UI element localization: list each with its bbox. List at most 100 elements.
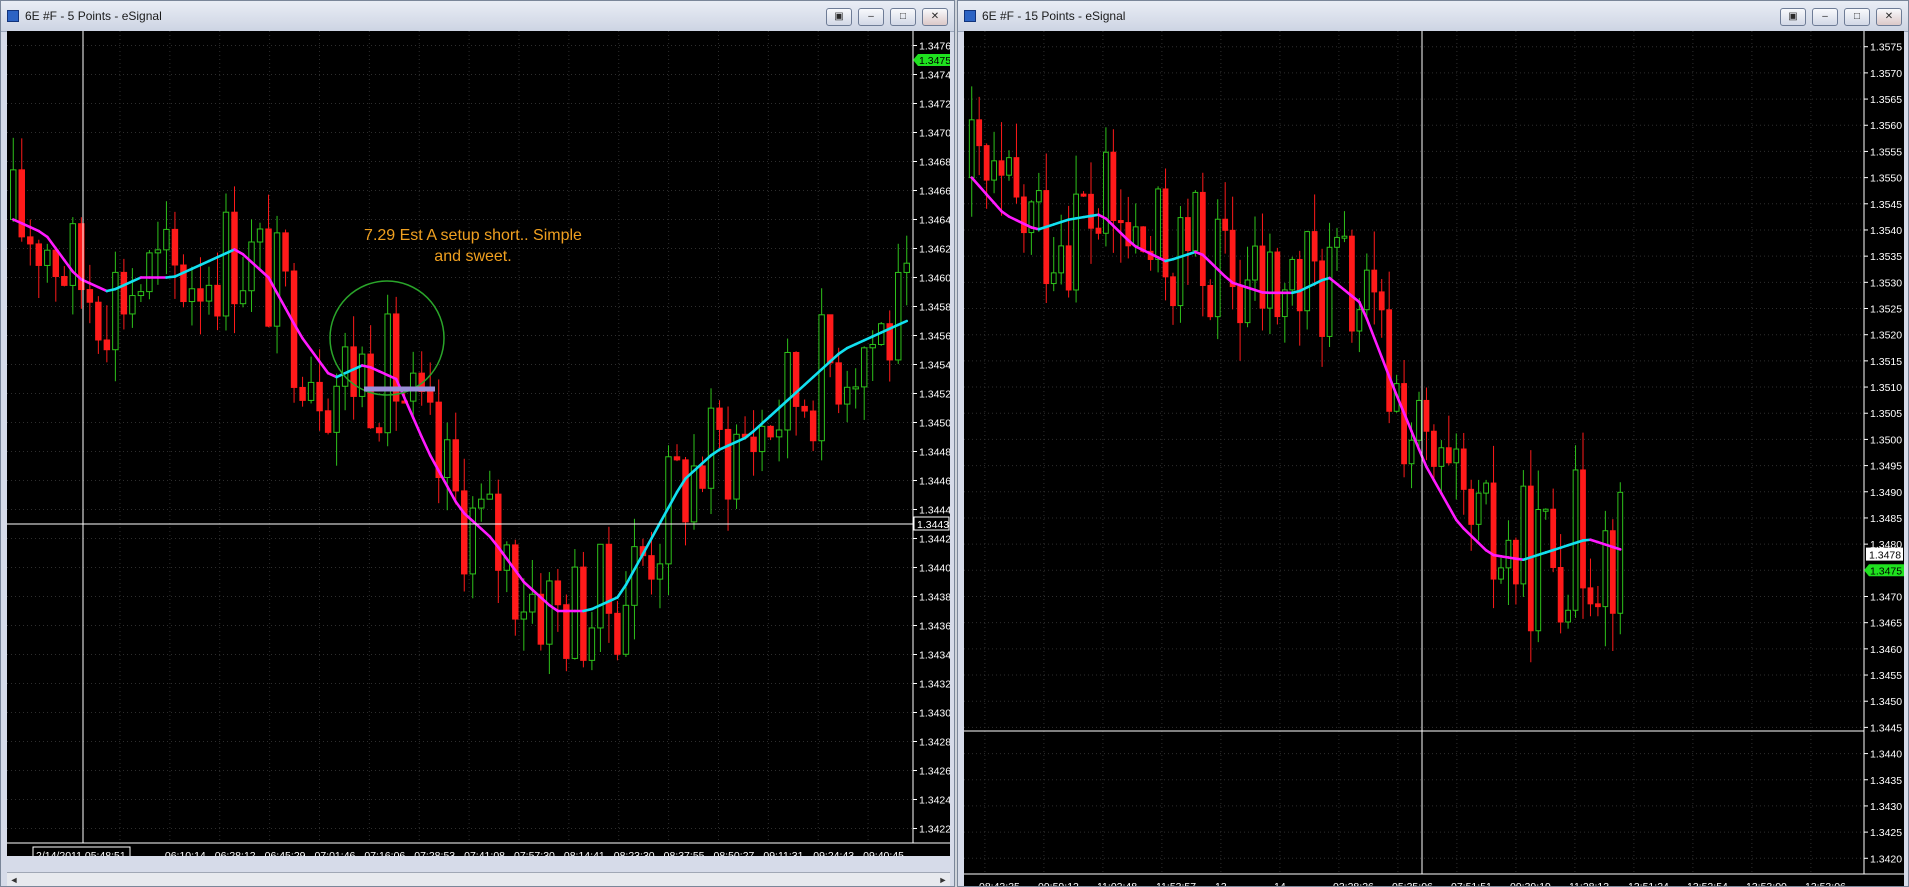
maximize-button[interactable]: □	[890, 8, 916, 26]
price-tick-label: 1.3440	[919, 563, 950, 575]
candle-down	[563, 604, 570, 659]
price-tick-label: 1.3470	[919, 128, 950, 140]
candle-down	[299, 386, 306, 401]
candle-down	[1080, 193, 1087, 197]
candles	[10, 137, 910, 675]
candle-down	[61, 276, 68, 286]
time-tick-label: 08:23:30	[614, 850, 655, 856]
link-window-button[interactable]: ▣	[1780, 8, 1806, 26]
minimize-button[interactable]: –	[858, 8, 884, 26]
ma-segment	[88, 282, 100, 289]
candle-up	[1177, 217, 1184, 307]
close-button[interactable]: ✕	[1876, 8, 1902, 26]
candle-up	[1363, 269, 1370, 311]
time-tick-label: 14	[1274, 881, 1286, 887]
price-tick-label: 1.3440	[1870, 749, 1902, 761]
price-tick-label: 1.3438	[919, 592, 950, 604]
time-tick-label: 09:59:12	[1038, 881, 1079, 887]
candle-up	[1483, 482, 1489, 494]
window-title: 6E #F - 15 Points - eSignal	[982, 9, 1126, 23]
candle-up	[248, 241, 255, 292]
candle-down	[1311, 231, 1318, 262]
price-tick-label: 1.3470	[1870, 591, 1902, 603]
candle-up	[588, 627, 596, 661]
candle-up	[707, 407, 715, 489]
price-tick-label: 1.3515	[1870, 356, 1902, 368]
ma-segment	[1335, 282, 1346, 292]
candle-down	[801, 405, 808, 412]
candle-down	[792, 351, 800, 407]
time-tick-label: 05:35:06	[1392, 881, 1433, 887]
minimize-button[interactable]: –	[1812, 8, 1838, 26]
cursor-time-value: 2/14/2011 05:48:51	[36, 850, 126, 856]
ma-segment	[650, 521, 662, 540]
candle-down	[1595, 603, 1601, 608]
chart-window-5-points[interactable]: 6E #F - 5 Points - eSignal ▣ – □ ✕ 1.347…	[0, 0, 955, 887]
candle-up	[1334, 236, 1340, 248]
candle-up	[1505, 539, 1512, 569]
price-tick-label: 1.3565	[1870, 94, 1902, 106]
candle-down	[1162, 188, 1169, 278]
price-chart-area[interactable]: 1.3575 1.3570 1.3565 1.3560 1.3555 1.3550 1.35…	[964, 31, 1904, 887]
candle-down	[1095, 227, 1102, 234]
candle-up	[69, 223, 77, 286]
price-tick-label: 1.3472	[919, 99, 950, 111]
candle-up	[256, 228, 264, 243]
candle-up	[1252, 245, 1258, 281]
link-window-button[interactable]: ▣	[826, 8, 852, 26]
price-tick-label: 1.3450	[919, 418, 950, 430]
ma-segment	[318, 360, 330, 375]
time-tick-label: 13	[1215, 881, 1227, 887]
candle-up	[1132, 226, 1139, 247]
ma-segment	[411, 416, 424, 439]
candle-down	[426, 391, 434, 403]
annotation-text-line: and sweet.	[434, 248, 511, 265]
price-tick-label: 1.3530	[1870, 277, 1902, 289]
price-tick-label: 1.3485	[1870, 513, 1902, 525]
price-chart-area[interactable]: 1.3476 1.3474 1.3472 1.3470 1.3468 1.3466 1.34…	[7, 31, 950, 856]
candle-down	[1550, 508, 1557, 569]
price-tick-label: 1.3466	[919, 186, 950, 198]
candle-up	[146, 252, 153, 293]
candle-up	[520, 611, 528, 620]
candle-up	[1475, 492, 1482, 525]
time-tick-label: 07:41:08	[464, 850, 505, 856]
candle-down	[1170, 276, 1176, 307]
ma-segment	[28, 225, 41, 233]
candle-down	[809, 410, 817, 442]
candle-down	[1110, 151, 1117, 222]
price-tick-label: 1.3432	[919, 679, 950, 691]
candle-up	[656, 563, 664, 580]
time-tick-label: 06:10:14	[165, 850, 206, 856]
scroll-right-arrow-icon[interactable]: ►	[936, 873, 950, 886]
candle-down	[648, 555, 655, 580]
price-tick-label: 1.3474	[919, 70, 950, 82]
candle-down	[120, 271, 128, 315]
candle-up	[775, 429, 783, 438]
scroll-left-arrow-icon[interactable]: ◄	[7, 873, 21, 886]
price-tick-label: 1.3525	[1870, 304, 1902, 316]
close-button[interactable]: ✕	[922, 8, 948, 26]
candle-up	[341, 346, 349, 387]
title-bar[interactable]: 6E #F - 15 Points - eSignal ▣ – □ ✕	[958, 1, 1908, 32]
candle-up	[205, 284, 213, 302]
candle-up	[968, 119, 975, 179]
maximize-button[interactable]: □	[1844, 8, 1870, 26]
title-bar[interactable]: 6E #F - 5 Points - eSignal ▣ – □ ✕	[1, 1, 954, 32]
horizontal-scrollbar[interactable]: ◄ ►	[7, 872, 950, 886]
candle-down	[835, 362, 842, 405]
ma-segment	[862, 335, 875, 342]
candle-down	[580, 566, 587, 661]
candle-down	[35, 243, 43, 266]
last-price-value: 1.3475	[919, 55, 950, 67]
price-tick-label: 1.3560	[1870, 120, 1902, 132]
candle-down	[673, 456, 681, 461]
time-tick-label: 13:53:06	[1805, 881, 1846, 887]
candle-up	[307, 381, 315, 401]
price-tick-label: 1.3570	[1870, 68, 1902, 80]
candle-up	[758, 425, 766, 453]
candle-down	[1378, 291, 1385, 311]
price-tick-label: 1.3545	[1870, 199, 1902, 211]
candle-down	[1460, 448, 1467, 490]
chart-window-15-points[interactable]: 6E #F - 15 Points - eSignal ▣ – □ ✕ 1.35…	[957, 0, 1909, 887]
